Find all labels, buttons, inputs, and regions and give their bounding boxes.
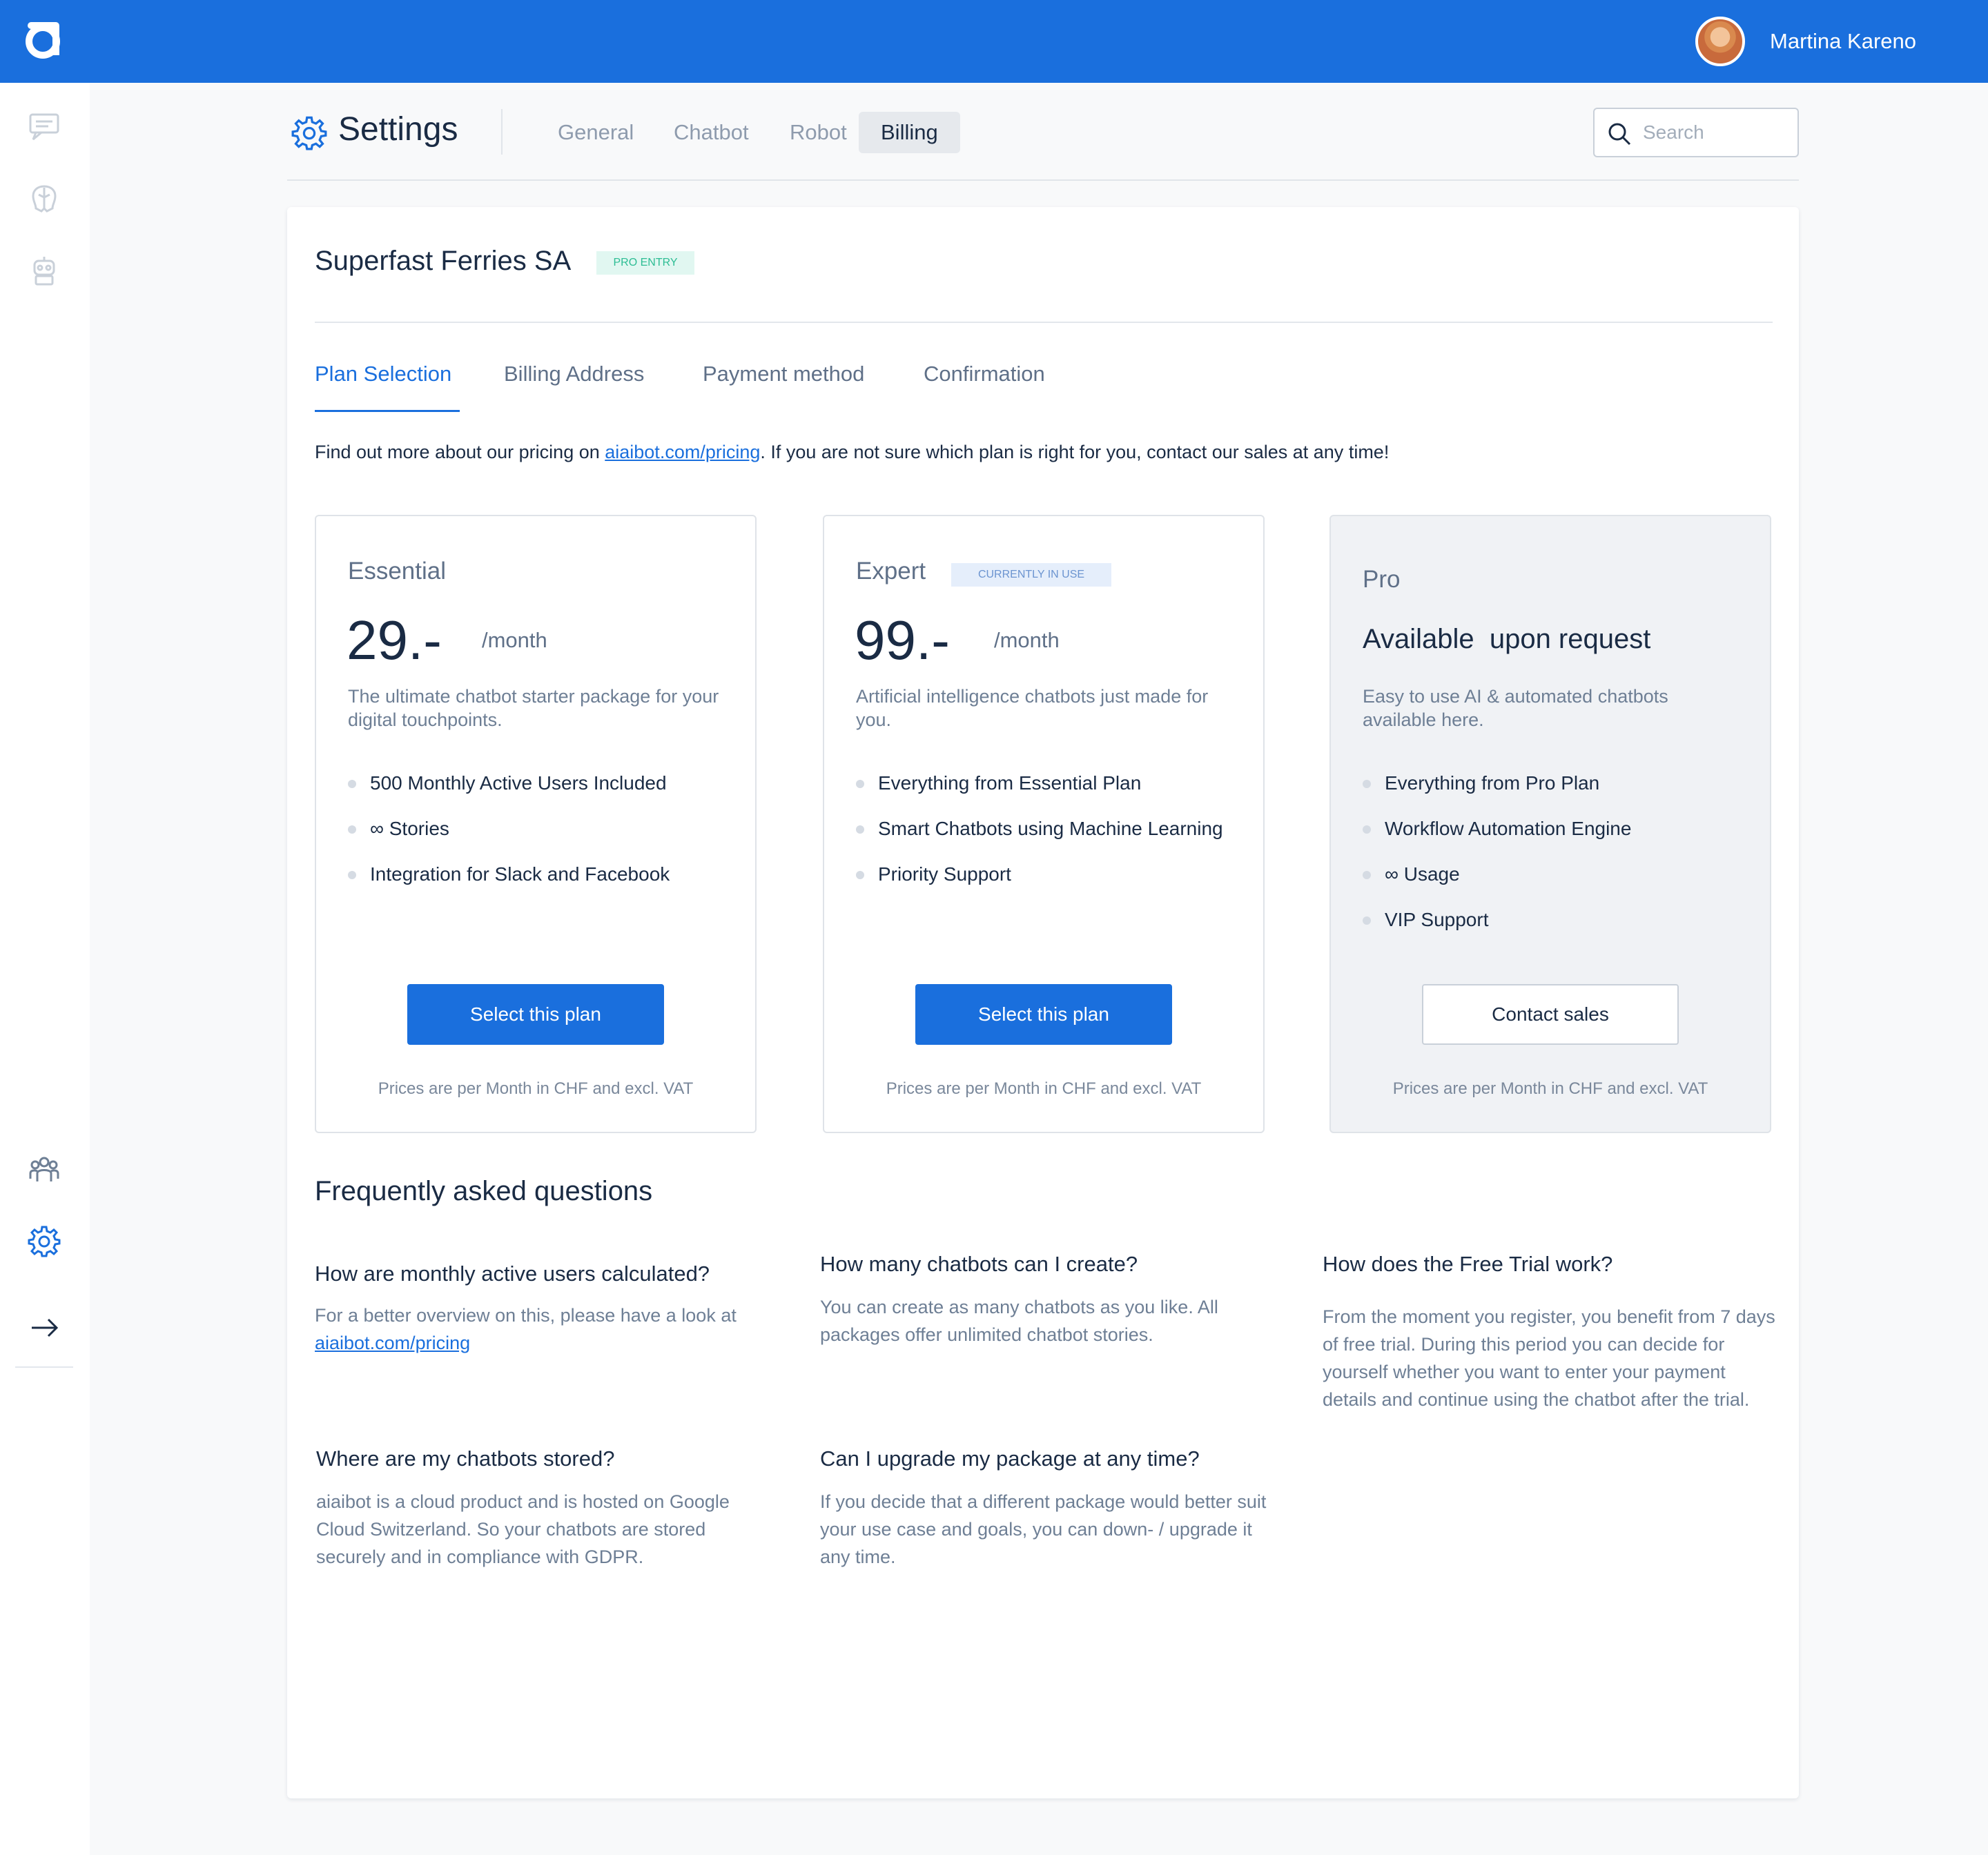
tab-general[interactable]: General	[536, 112, 656, 153]
faq-item: How are monthly active users calculated?…	[315, 1262, 770, 1357]
feature-item: VIP Support	[1363, 908, 1631, 954]
feature-item: ∞ Stories	[348, 817, 670, 863]
plan-card-pro: Pro Available upon request Easy to use A…	[1329, 515, 1771, 1133]
avatar[interactable]	[1695, 17, 1746, 66]
settings-gear-icon	[291, 116, 327, 150]
intro-text-end: . If you are not sure which plan is righ…	[760, 442, 1390, 462]
page-title: Settings	[338, 111, 458, 148]
feature-list: Everything from Pro Plan Workflow Automa…	[1363, 772, 1631, 954]
feature-item: Everything from Pro Plan	[1363, 772, 1631, 817]
search-input[interactable]	[1643, 119, 1781, 146]
plan-price: 29.-	[347, 609, 442, 671]
sidebar	[0, 83, 90, 1855]
faq-item: Can I upgrade my package at any time? If…	[820, 1446, 1269, 1571]
top-bar: Martina Kareno	[0, 0, 1988, 83]
faq-pricing-link[interactable]: aiaibot.com/pricing	[315, 1329, 770, 1357]
faq-answer: You can create as many chatbots as you l…	[820, 1297, 1218, 1345]
plan-description: The ultimate chatbot starter package for…	[348, 686, 719, 730]
company-name: Superfast Ferries SA	[315, 246, 572, 276]
faq-answer: If you decide that a different package w…	[820, 1491, 1267, 1567]
logo-icon[interactable]	[23, 19, 65, 61]
step-confirmation[interactable]: Confirmation	[924, 362, 1045, 386]
tab-robot[interactable]: Robot	[768, 112, 869, 153]
plan-period: /month	[994, 628, 1060, 652]
plan-price-request: Available upon request	[1363, 624, 1651, 654]
faq-answer: aiaibot is a cloud product and is hosted…	[316, 1491, 730, 1567]
contact-sales-button[interactable]: Contact sales	[1422, 984, 1679, 1045]
feature-item: 500 Monthly Active Users Included	[348, 772, 670, 817]
faq-answer: From the moment you register, you benefi…	[1323, 1306, 1775, 1410]
faq-question: How are monthly active users calculated?	[315, 1262, 710, 1286]
feature-item: Everything from Essential Plan	[856, 772, 1223, 817]
price-note: Prices are per Month in CHF and excl. VA…	[886, 1079, 1202, 1098]
current-plan-badge: CURRENTLY IN USE	[951, 563, 1111, 587]
arrow-right-icon[interactable]	[28, 1311, 61, 1344]
select-essential-button[interactable]: Select this plan	[407, 984, 664, 1045]
chat-icon[interactable]	[28, 110, 61, 144]
select-expert-button[interactable]: Select this plan	[915, 984, 1172, 1045]
feature-list: 500 Monthly Active Users Included ∞ Stor…	[348, 772, 670, 908]
plan-price: 99.-	[855, 609, 950, 671]
pricing-intro: Find out more about our pricing on aiaib…	[315, 442, 1389, 463]
faq-item: Where are my chatbots stored? aiaibot is…	[316, 1446, 765, 1571]
plan-description: Easy to use AI & automated chatbots avai…	[1363, 686, 1668, 730]
faq-question: Where are my chatbots stored?	[316, 1446, 615, 1471]
faq-answer-text: For a better overview on this, please ha…	[315, 1305, 737, 1326]
plan-description: Artificial intelligence chatbots just ma…	[856, 686, 1209, 730]
search-icon	[1608, 123, 1631, 146]
pricing-link[interactable]: aiaibot.com/pricing	[605, 442, 760, 462]
feature-list: Everything from Essential Plan Smart Cha…	[856, 772, 1223, 908]
tab-chatbot[interactable]: Chatbot	[652, 112, 771, 153]
step-billing-address[interactable]: Billing Address	[504, 362, 644, 386]
user-name: Martina Kareno	[1770, 29, 1916, 53]
plan-period: /month	[482, 628, 547, 652]
plan-name: Essential	[348, 558, 447, 585]
settings-header: Settings General Chatbot Robot Billing	[287, 104, 1799, 181]
faq-item: How does the Free Trial work? From the m…	[1323, 1252, 1778, 1413]
plan-status-badge: PRO ENTRY	[596, 251, 694, 275]
team-icon[interactable]	[28, 1152, 61, 1186]
faq-answer: For a better overview on this, please ha…	[315, 1302, 770, 1357]
card-divider	[315, 322, 1773, 323]
billing-card: Superfast Ferries SA PRO ENTRY Plan Sele…	[287, 207, 1799, 1798]
faq-question: How many chatbots can I create?	[820, 1252, 1138, 1276]
tab-billing[interactable]: Billing	[859, 112, 960, 153]
gear-icon[interactable]	[28, 1224, 61, 1257]
robot-icon[interactable]	[28, 254, 61, 287]
header-divider	[501, 109, 503, 155]
plan-name: Pro	[1363, 566, 1401, 593]
plan-card-expert: Expert CURRENTLY IN USE 99.- /month Arti…	[823, 515, 1265, 1133]
active-step-indicator	[315, 410, 460, 412]
feature-item: ∞ Usage	[1363, 863, 1631, 908]
plan-name: Expert	[856, 558, 926, 585]
price-note: Prices are per Month in CHF and excl. VA…	[1392, 1079, 1708, 1098]
feature-item: Priority Support	[856, 863, 1223, 908]
feature-item: Integration for Slack and Facebook	[348, 863, 670, 908]
plan-card-essential: Essential 29.- /month The ultimate chatb…	[315, 515, 757, 1133]
faq-title: Frequently asked questions	[315, 1176, 653, 1206]
price-note: Prices are per Month in CHF and excl. VA…	[378, 1079, 694, 1098]
faq-item: How many chatbots can I create? You can …	[820, 1252, 1269, 1348]
faq-question: How does the Free Trial work?	[1323, 1252, 1613, 1276]
step-payment-method[interactable]: Payment method	[703, 362, 864, 386]
user-menu[interactable]: Martina Kareno	[1695, 15, 1916, 68]
search-box[interactable]	[1593, 108, 1799, 157]
brain-icon[interactable]	[28, 182, 61, 215]
sidebar-divider	[15, 1366, 73, 1368]
feature-item: Smart Chatbots using Machine Learning	[856, 817, 1223, 863]
faq-question: Can I upgrade my package at any time?	[820, 1446, 1200, 1471]
intro-text: Find out more about our pricing on	[315, 442, 605, 462]
step-plan-selection[interactable]: Plan Selection	[315, 362, 451, 386]
feature-item: Workflow Automation Engine	[1363, 817, 1631, 863]
